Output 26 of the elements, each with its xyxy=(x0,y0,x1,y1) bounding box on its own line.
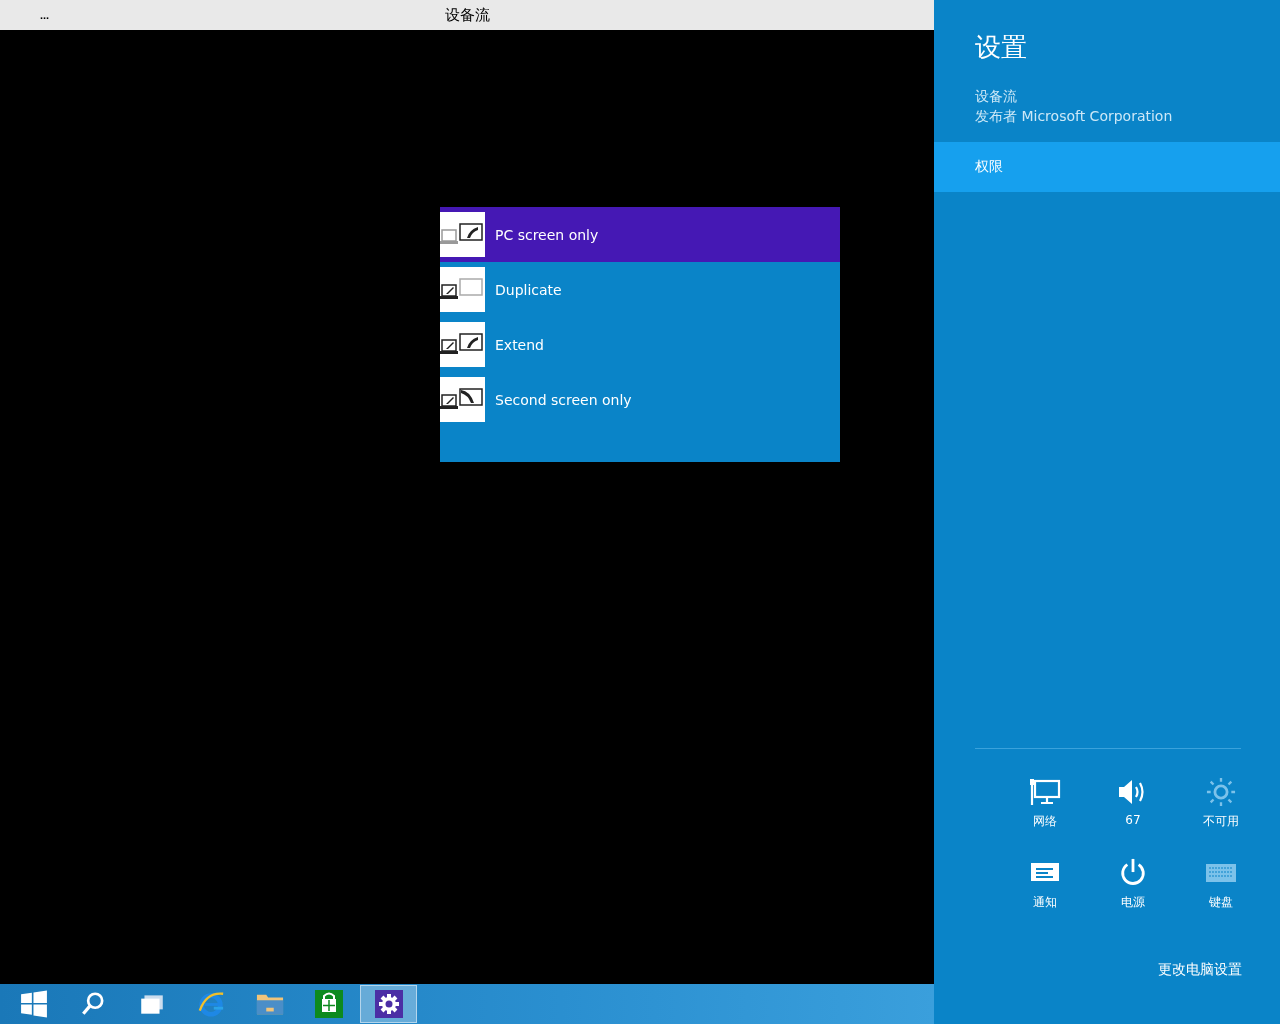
pane-title: 设置 xyxy=(974,31,1028,64)
letter-e-icon xyxy=(196,990,225,1018)
display-mode-icon xyxy=(440,267,485,312)
quick-setting-button[interactable]: 通知 xyxy=(1015,858,1075,911)
monitor-icon xyxy=(1029,777,1061,807)
quick-setting-button[interactable]: 67 xyxy=(1103,777,1163,830)
quick-setting-button[interactable]: 电源 xyxy=(1103,858,1163,911)
display-mode-icon xyxy=(440,377,485,422)
publisher-text: 发布者 Microsoft Corporation xyxy=(974,107,1174,126)
project-option[interactable]: Second screen only xyxy=(440,372,840,427)
app-name: 设备流 xyxy=(974,87,1018,106)
display-mode-icon xyxy=(440,212,485,257)
project-option[interactable]: Duplicate xyxy=(440,262,840,317)
shopping-bag-icon xyxy=(314,990,343,1018)
quick-setting-button[interactable]: 网络 xyxy=(1015,777,1075,830)
settings-icon xyxy=(374,990,403,1018)
settings-link[interactable]: 权限 xyxy=(934,142,1280,192)
window-title: 设备流 xyxy=(444,5,490,25)
project-option[interactable]: Extend xyxy=(440,317,840,372)
menu-button[interactable]: ... xyxy=(36,9,54,21)
windows-logo-icon xyxy=(19,990,48,1018)
taskbar-button[interactable] xyxy=(360,985,417,1023)
sun-icon xyxy=(1205,777,1237,807)
display-mode-icon xyxy=(440,322,485,367)
change-pc-settings-link[interactable]: 更改电脑设置 xyxy=(1158,961,1242,979)
project-option[interactable]: PC screen only xyxy=(440,207,840,262)
